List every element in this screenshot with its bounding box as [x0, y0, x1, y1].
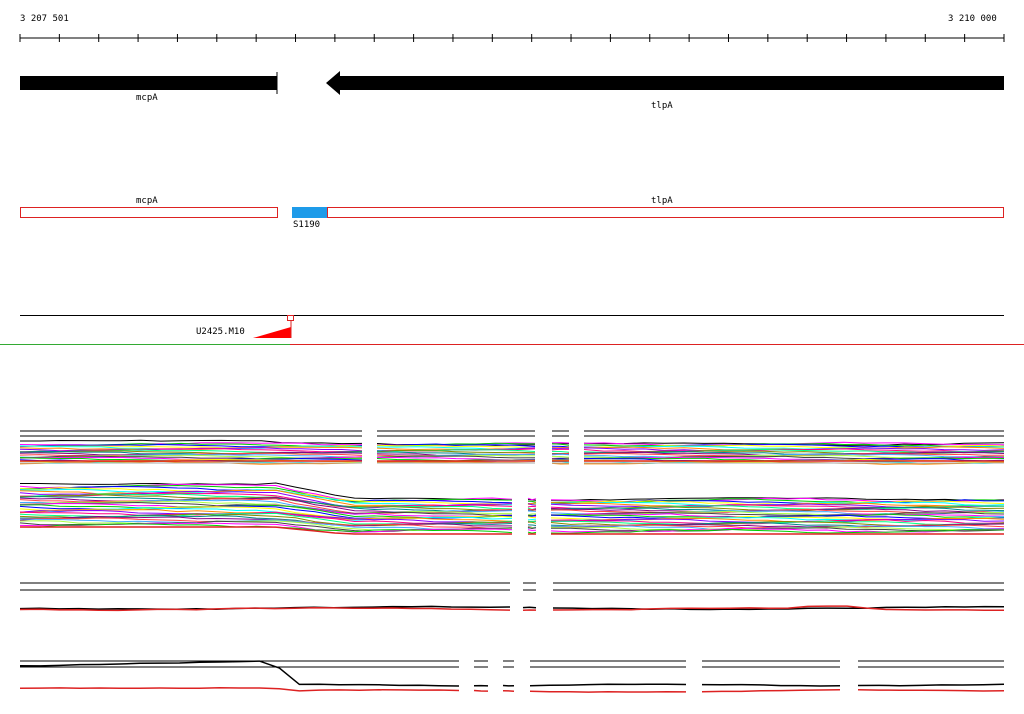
expression-line	[701, 689, 841, 693]
expression-line	[551, 448, 570, 451]
expression-track-3	[19, 582, 1005, 612]
segment-box-S1190[interactable]	[292, 207, 327, 218]
gene-arrow-mcpA[interactable]	[20, 76, 277, 90]
expression-line	[529, 690, 687, 693]
expression-line	[502, 689, 515, 692]
expression-line	[19, 523, 513, 534]
expression-line	[19, 660, 460, 687]
feature-box-mcpA[interactable]	[20, 207, 278, 218]
expression-track-4	[19, 660, 1005, 693]
expression-line	[857, 689, 1005, 692]
expression-line	[527, 500, 537, 503]
expression-track-1	[19, 430, 1005, 465]
genome-browser-canvas	[0, 34, 1024, 693]
expression-line	[529, 683, 687, 687]
expression-line	[527, 529, 537, 531]
expression-line	[551, 455, 570, 458]
gene-arrow-tlpA[interactable]	[326, 71, 1004, 95]
tss-marker-flag[interactable]	[287, 315, 294, 321]
expression-line	[522, 606, 537, 609]
expression-line	[527, 531, 537, 534]
expression-line	[701, 683, 841, 687]
expression-line	[527, 524, 537, 526]
expression-line	[527, 518, 537, 521]
expression-line	[19, 687, 460, 692]
expression-line	[527, 521, 537, 524]
expression-line	[527, 513, 536, 516]
expression-track-2	[19, 482, 1005, 535]
expression-line	[473, 689, 489, 692]
expression-line	[857, 683, 1005, 687]
expression-line	[527, 505, 537, 508]
tss-marker-triangle[interactable]	[253, 327, 291, 338]
expression-line	[551, 445, 570, 448]
position-ruler	[19, 34, 1005, 42]
expression-line	[551, 453, 570, 456]
expression-line	[551, 450, 570, 453]
feature-box-tlpA[interactable]	[327, 207, 1004, 218]
